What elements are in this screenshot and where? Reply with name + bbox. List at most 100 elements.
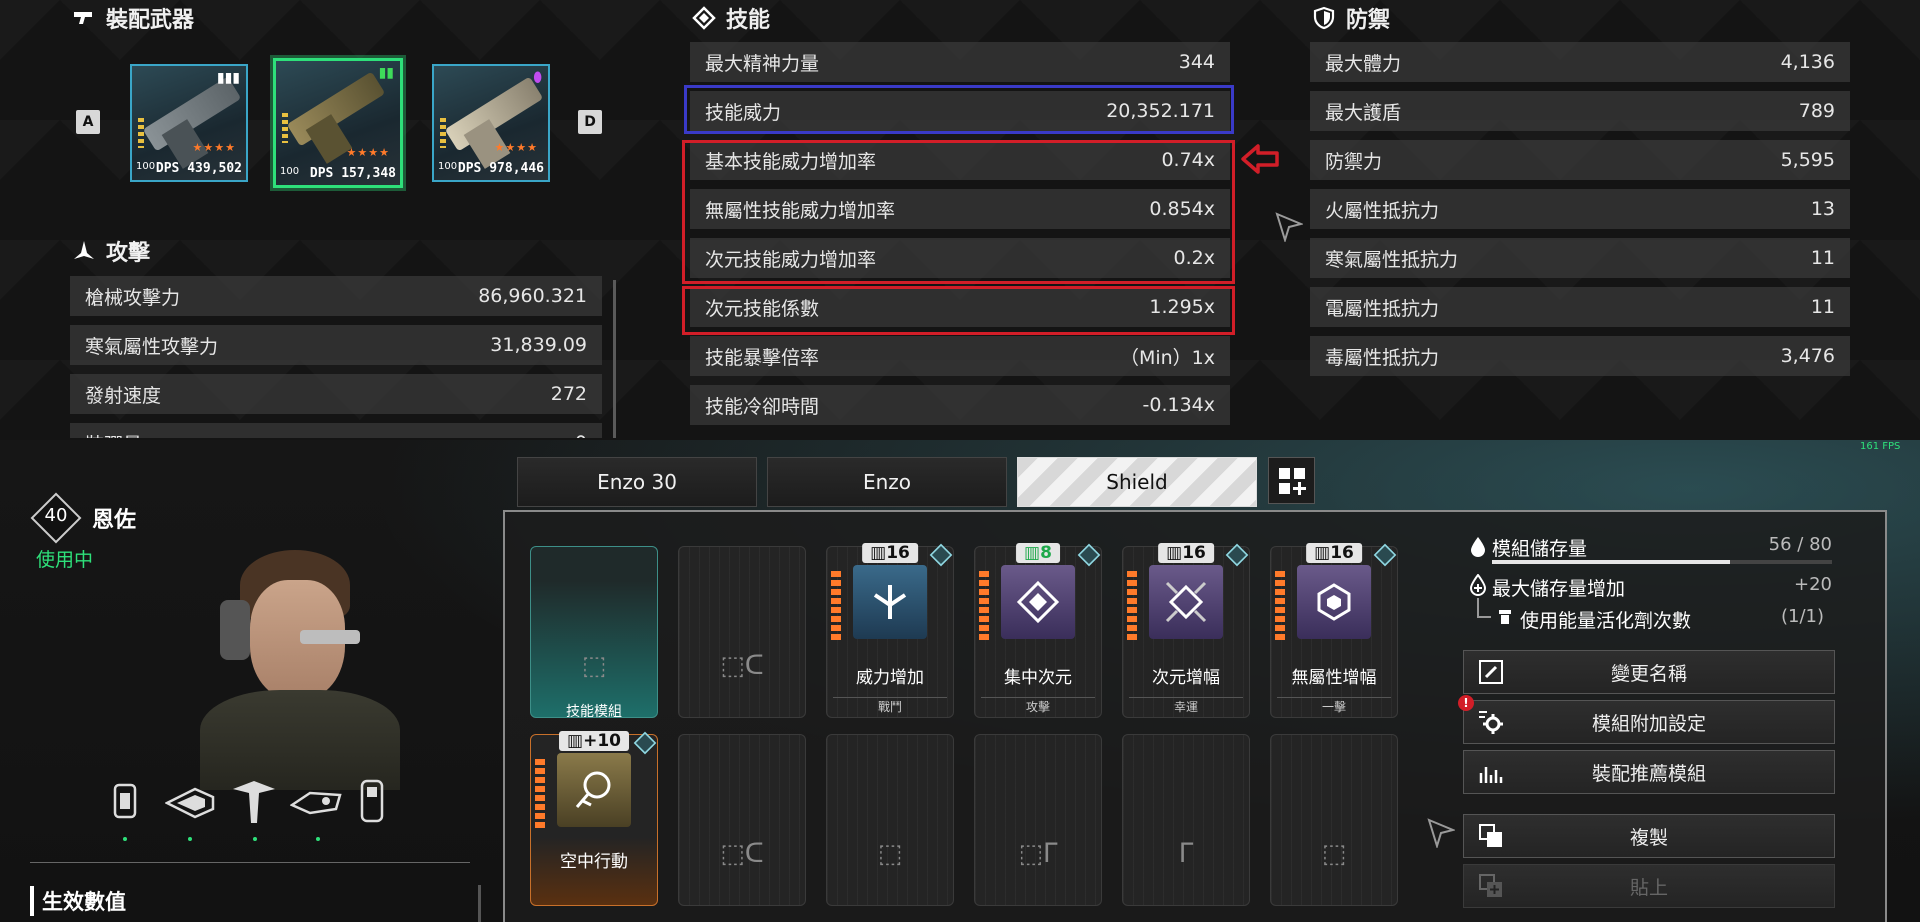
grid-add-icon	[1278, 467, 1306, 495]
module-power-up-icon	[853, 565, 927, 639]
stat-row: 寒氣屬性抵抗力 11	[1310, 238, 1850, 278]
weapons-section-title: 裝配武器	[72, 2, 194, 34]
module-name: 威力增加	[856, 668, 924, 688]
stat-row: 寒氣屬性攻擊力 31,839.09	[70, 325, 602, 365]
module-name: 空中行動	[560, 852, 628, 872]
rename-button[interactable]: 變更名稱	[1463, 650, 1835, 694]
character-level: 40	[44, 505, 68, 526]
module-slot-empty[interactable]: ᒥ	[1122, 734, 1250, 906]
attack-scrollbar[interactable]	[613, 280, 616, 438]
capacity-label: 模組儲存量	[1492, 538, 1588, 560]
rename-label: 變更名稱	[1610, 662, 1687, 685]
skill-title: 技能	[726, 8, 771, 33]
equipment-rear-icon[interactable]	[105, 775, 145, 827]
stat-label: 最大精神力量	[705, 52, 820, 75]
divider	[30, 862, 470, 863]
stat-value: 5,595	[1780, 149, 1835, 171]
module-name: 無屬性增幅	[1291, 668, 1377, 688]
module-name: 次元增幅	[1152, 668, 1220, 688]
module-slot-empty[interactable]: ⬚	[1270, 734, 1398, 906]
module-slot[interactable]: ▥8 集中次元 攻擊	[974, 543, 1102, 718]
weapon-level: 100	[438, 161, 458, 172]
empty-slot-c-icon: ⬚ᑕ	[720, 839, 764, 869]
module-focus-dimension-icon	[1001, 565, 1075, 639]
tab-enzo[interactable]: Enzo	[767, 457, 1007, 507]
stat-value: 11	[1810, 247, 1835, 269]
module-slot[interactable]: ▥+10 空中行動	[530, 731, 658, 906]
module-slot[interactable]: ▥16 無屬性增幅 一擊	[1270, 543, 1398, 718]
recommended-modules-button[interactable]: 裝配推薦模組	[1463, 750, 1835, 794]
weapon-slot-1[interactable]: ▮▮▮ ★★★★ 100 DPS 439,502	[130, 64, 248, 182]
module-slot[interactable]: ▥16 次元增幅 幸運	[1122, 543, 1250, 718]
stat-label: 發射速度	[85, 384, 162, 407]
module-cost: ▥8	[1016, 543, 1060, 563]
skill-diamond-icon	[692, 6, 716, 30]
weapon-stars: ★★★★	[346, 146, 390, 159]
module-tier-icon	[1077, 543, 1101, 567]
stat-value: -0.134x	[1142, 394, 1216, 416]
module-slot[interactable]: ▥16 威力增加 戰鬥	[826, 543, 954, 718]
weapon-slot-3[interactable]: ⬮ ★★★★ 100 DPS 978,446	[432, 64, 550, 182]
module-cost: ▥16	[1158, 543, 1214, 563]
arrow-left-icon	[1241, 144, 1279, 174]
equipment-leg-icon[interactable]	[290, 785, 342, 819]
module-cost: ▥+10	[559, 731, 629, 751]
stat-label: 槍械攻擊力	[85, 286, 181, 309]
stat-row: 發射速度 272	[70, 374, 602, 414]
module-category: 幸運	[1129, 697, 1243, 715]
stat-row: 最大精神力量 344	[690, 42, 1230, 82]
copy-button[interactable]: 複製	[1463, 814, 1835, 858]
tab-shield[interactable]: Shield	[1017, 457, 1257, 507]
paste-icon	[1479, 874, 1502, 897]
activator-label: 使用能量活化劑次數	[1520, 610, 1692, 632]
attack-stats-list[interactable]: 槍械攻擊力 86,960.321 寒氣屬性攻擊力 31,839.09 發射速度 …	[70, 276, 602, 438]
stat-label: 最大體力	[1325, 52, 1402, 75]
stat-row: 最大體力 4,136	[1310, 42, 1850, 82]
weapon-level: 100	[280, 166, 300, 177]
stat-label: 火屬性抵抗力	[1325, 199, 1440, 222]
module-slot-empty[interactable]: ⬚	[826, 734, 954, 906]
copy-icon	[1479, 824, 1502, 847]
equipment-arm-icon[interactable]	[165, 783, 215, 823]
character-portrait	[160, 540, 420, 790]
tab-label: Shield	[1106, 470, 1168, 494]
stat-label: 最大護盾	[1325, 101, 1402, 124]
weapon-next-key[interactable]: D	[578, 110, 602, 134]
stat-value: 344	[1178, 51, 1215, 73]
module-settings-button[interactable]: 模組附加設定	[1463, 700, 1835, 744]
attack-icon	[74, 241, 94, 259]
weapon-prev-key[interactable]: A	[76, 110, 100, 134]
attack-section-title: 攻擊	[72, 235, 150, 267]
module-slot-skill[interactable]: ⬚ 技能模組	[530, 546, 658, 720]
equipment-body-icon[interactable]	[229, 775, 279, 827]
module-category: 戰鬥	[833, 697, 947, 715]
paste-button[interactable]: 貼上	[1463, 864, 1835, 908]
stat-value: （Min）1x	[1119, 346, 1215, 369]
empty-slot-icon: ⬚	[1321, 839, 1347, 869]
effective-values-label: 生效數值	[42, 890, 126, 914]
module-name: 集中次元	[1004, 668, 1072, 688]
bar-chart-icon	[1479, 767, 1503, 783]
slot-label: 技能模組	[566, 704, 622, 720]
tab-enzo-30[interactable]: Enzo 30	[517, 457, 757, 507]
attack-title: 攻擊	[106, 241, 151, 266]
module-settings-label: 模組附加設定	[1591, 712, 1706, 735]
weapon-slot-2[interactable]: ▮▮ ★★★★ 100 DPS 157,348	[273, 58, 403, 188]
stat-value: 86,960.321	[478, 285, 587, 307]
module-slot-empty[interactable]: ⬚ᑕ	[678, 546, 806, 718]
equipment-aux-icon[interactable]	[357, 775, 387, 827]
effective-values-header[interactable]: 生效數值	[30, 886, 126, 916]
add-preset-button[interactable]	[1268, 457, 1315, 504]
stat-label: 電屬性抵抗力	[1325, 297, 1440, 320]
module-slot-empty[interactable]: ⬚ᒥ	[974, 734, 1102, 906]
module-slot-empty[interactable]: ⬚ᑕ	[678, 734, 806, 906]
left-scroll-edge	[478, 885, 481, 922]
empty-slot-r-icon: ᒥ	[1178, 839, 1194, 869]
capacity-bar-fill	[1492, 560, 1730, 564]
max-increase-value: +20	[1794, 574, 1832, 595]
stat-value: 3,476	[1780, 345, 1835, 367]
empty-slot-icon: ⬚	[581, 651, 607, 681]
defense-stats-list[interactable]: 最大體力 4,136 最大護盾 789 防禦力 5,595 火屬性抵抗力 13 寒氣屬性…	[1310, 42, 1850, 382]
ammo-type-icon: ▮▮▮	[216, 70, 240, 86]
stat-value: 0	[575, 432, 587, 438]
